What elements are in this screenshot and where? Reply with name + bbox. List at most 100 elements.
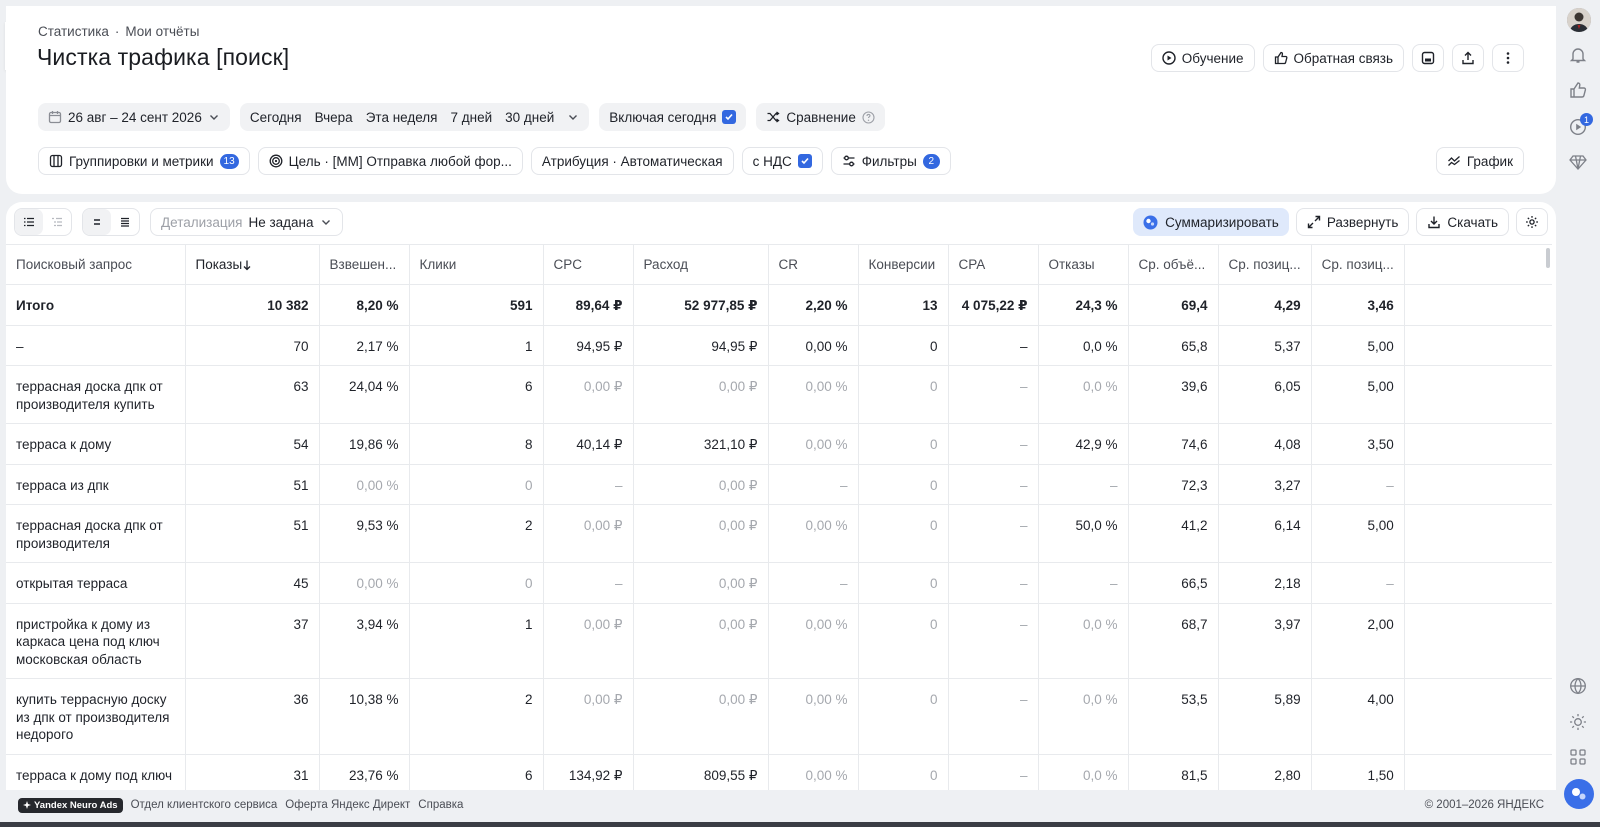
language-button[interactable] [1567, 675, 1589, 697]
feedback-button[interactable]: Обратная связь [1262, 44, 1404, 72]
period-30-days[interactable]: 30 дней [505, 110, 554, 125]
metric-cell: 0,00 ₽ [633, 603, 769, 679]
page-title: Чистка трафика [поиск] [37, 44, 290, 70]
footer: Yandex Neuro Ads Отдел клиентского серви… [6, 792, 1556, 818]
metric-cell: 3,46 [1311, 284, 1405, 326]
header-filler [1404, 244, 1553, 285]
premium-button[interactable] [1567, 151, 1589, 173]
calendar-icon [48, 111, 62, 124]
table-row[interactable]: терраса из дпк 51 0,00 % 0–0,00 ₽ –0– –72,3 3,… [6, 464, 1553, 505]
theme-button[interactable] [1567, 711, 1589, 733]
footer-link-offer[interactable]: Оферта Яндекс Директ [285, 799, 410, 811]
column-header[interactable]: CPA [948, 244, 1039, 285]
metric-cell: – [948, 365, 1039, 424]
download-button[interactable]: Скачать [1416, 208, 1509, 236]
chart-button[interactable]: График [1435, 147, 1524, 175]
vat-checkbox[interactable] [797, 154, 812, 168]
export-button[interactable] [1452, 44, 1484, 72]
column-header[interactable]: Расход [633, 244, 769, 285]
column-header[interactable]: CR [768, 244, 859, 285]
breadcrumb-current[interactable]: Мои отчёты [125, 24, 199, 39]
ai-orb-icon [1143, 215, 1158, 229]
chevron-down-icon[interactable] [567, 111, 579, 123]
include-today-checkbox[interactable] [722, 110, 737, 124]
metric-cell: 0,00 ₽ [543, 504, 634, 563]
assistant-button[interactable] [1564, 779, 1594, 809]
table-row[interactable]: террасная доска дпк от производителя 51 9,… [6, 504, 1553, 563]
row-filler [1404, 504, 1553, 563]
column-header[interactable]: Поисковый запрос [6, 244, 186, 285]
compare-button[interactable]: Сравнение [756, 103, 885, 131]
column-header[interactable]: Конверсии [858, 244, 949, 285]
table-row[interactable]: купить террасную доску из дпк от произво… [6, 678, 1553, 755]
goal-selector[interactable]: Цель · [ММ] Отправка любой фор... [257, 147, 523, 175]
footer-link-client-service[interactable]: Отдел клиентского сервиса [131, 799, 278, 811]
summarize-button[interactable]: Суммаризировать [1133, 208, 1289, 236]
period-this-week[interactable]: Эта неделя [366, 110, 438, 125]
vat-toggle[interactable]: с НДС [741, 147, 823, 175]
view-mode-toggle [14, 208, 72, 236]
column-header[interactable]: CPC [543, 244, 634, 285]
metric-cell: 4,08 [1218, 423, 1312, 465]
column-header[interactable]: Ср. позиц... [1311, 244, 1405, 285]
date-range-picker[interactable]: 26 авг – 24 сент 2026 [38, 103, 230, 131]
compact-rows-button[interactable] [83, 209, 111, 235]
row-filler [1404, 325, 1553, 366]
save-button[interactable] [1412, 44, 1444, 72]
column-header[interactable]: Ср. позиц... [1218, 244, 1312, 285]
tree-view-button[interactable] [43, 209, 71, 235]
help-circle-icon[interactable] [862, 110, 875, 124]
notifications-button[interactable] [1567, 44, 1589, 66]
table-body: Итого 10 382 8,20 % 591 89,64 ₽52 977,85 ₽2,… [6, 284, 1553, 790]
copyright: © 2001–2026 ЯНДЕКС [1424, 799, 1544, 811]
column-header[interactable]: Ср. объё... [1128, 244, 1219, 285]
services-button[interactable] [1567, 746, 1589, 768]
attribution-selector[interactable]: Атрибуция · Автоматическая [530, 147, 734, 175]
detail-select[interactable]: Детализация Не задана [150, 208, 343, 236]
neuro-ads-badge[interactable]: Yandex Neuro Ads [18, 797, 123, 813]
groupings-metrics-button[interactable]: Группировки и метрики 13 [38, 147, 250, 175]
metric-cell: 0,0 % [1038, 603, 1129, 679]
period-row: 26 авг – 24 сент 2026 Сегодня Вчера Эта … [38, 103, 885, 131]
table-row[interactable]: терраса к дому 54 19,86 % 8 40,14 ₽321,10 ₽0… [6, 423, 1553, 465]
learn-button[interactable]: Обучение [1150, 44, 1255, 72]
more-vertical-icon [1506, 52, 1510, 64]
table-row[interactable]: –70 2,17 % 1 94,95 ₽94,95 ₽0,00 % 0–0,0 % 65,… [6, 325, 1553, 366]
table-row[interactable]: открытая терраса 45 0,00 % 0–0,00 ₽ –0– –66,5… [6, 562, 1553, 604]
user-photo-icon [1567, 8, 1591, 32]
expand-button[interactable]: Развернуть [1295, 208, 1410, 236]
query-cell: террасная доска дпк от производителя куп… [6, 365, 186, 424]
metric-cell: 36 [185, 678, 320, 755]
metric-cell: – [948, 325, 1039, 366]
breadcrumb-root[interactable]: Статистика [38, 24, 109, 39]
expanded-rows-button[interactable] [111, 209, 139, 235]
column-header[interactable]: Клики [409, 244, 544, 285]
table-row[interactable]: террасная доска дпк от производителя куп… [6, 365, 1553, 424]
column-header[interactable]: Отказы [1038, 244, 1129, 285]
list-view-button[interactable] [15, 209, 43, 235]
avatar[interactable] [1567, 8, 1591, 32]
include-today-toggle[interactable]: Включая сегодня [599, 103, 747, 131]
rate-button[interactable] [1567, 79, 1589, 101]
more-button[interactable] [1492, 44, 1524, 72]
metric-cell: – [1311, 562, 1405, 604]
metric-cell: 809,55 ₽ [633, 754, 769, 790]
filters-button[interactable]: Фильтры 2 [830, 147, 951, 175]
table-row[interactable]: терраса к дому под ключ 31 23,76 % 6 134,92 … [6, 754, 1553, 790]
top-actions: Обучение Обратная связь [1150, 44, 1524, 72]
metric-cell: 5,00 [1311, 325, 1405, 366]
footer-link-help[interactable]: Справка [418, 799, 463, 811]
period-7-days[interactable]: 7 дней [451, 110, 493, 125]
table-row[interactable]: пристройка к дому из каркаса цена под кл… [6, 603, 1553, 679]
table-settings-button[interactable] [1516, 208, 1548, 236]
goal-label: Цель · [ММ] Отправка любой фор... [288, 153, 512, 169]
upload-icon [1462, 51, 1474, 65]
neuro-ads-label: Yandex Neuro Ads [34, 799, 118, 811]
gear-icon [1526, 216, 1538, 228]
column-header[interactable]: Взвешен... [319, 244, 410, 285]
metric-cell: 5,00 [1311, 365, 1405, 424]
period-yesterday[interactable]: Вчера [315, 110, 353, 125]
period-today[interactable]: Сегодня [250, 110, 302, 125]
column-header-sorted[interactable]: Показы [185, 244, 320, 285]
table-scrollbar[interactable] [1546, 248, 1550, 268]
